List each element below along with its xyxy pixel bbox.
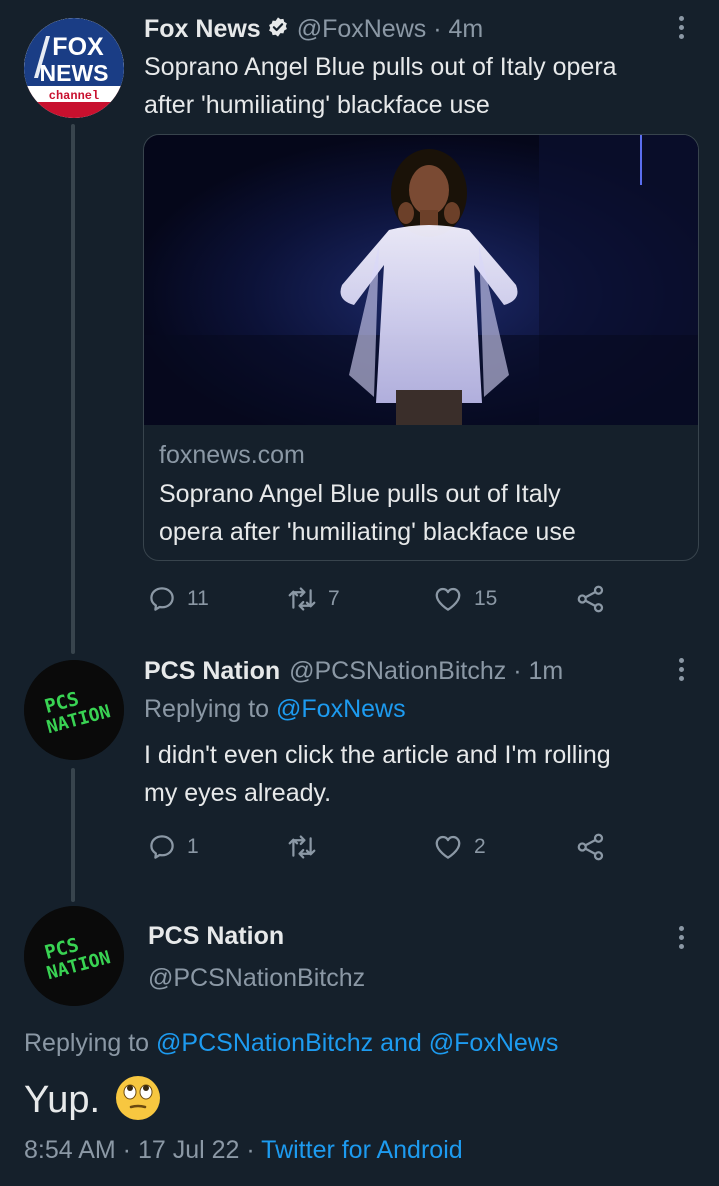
tweet2-handle-time[interactable]: @PCSNationBitchz · 1m <box>289 657 563 686</box>
tweet2-retweet-button[interactable] <box>286 832 328 862</box>
main-tweet-more-options-icon[interactable] <box>678 926 686 953</box>
pcs-nation-logo-icon: PCS NATION <box>24 906 124 1006</box>
tweet2-like-count: 2 <box>474 835 486 858</box>
heart-icon <box>435 835 461 859</box>
tweet1-text-line1: Soprano Angel Blue pulls out of Italy op… <box>144 53 617 81</box>
tweet2-author-name[interactable]: PCS Nation <box>144 657 280 686</box>
main-tweet-text-row: Yup. <box>24 1074 162 1127</box>
main-tweet-replying-line: Replying to @PCSNationBitchz and @FoxNew… <box>24 1029 558 1058</box>
main-tweet-timestamp[interactable]: 8:54 AM · 17 Jul 22 · <box>24 1136 261 1164</box>
card-title-line2: opera after 'humiliating' blackface use <box>159 518 576 546</box>
face-with-rolling-eyes-icon <box>114 1074 162 1127</box>
tweet2-like-button[interactable]: 2 <box>432 832 486 862</box>
tweet1-text-line2: after 'humiliating' blackface use <box>144 91 490 119</box>
reply-icon <box>150 587 174 611</box>
share-icon <box>577 585 604 613</box>
tweet2-header: PCS Nation @PCSNationBitchz · 1m <box>144 654 563 688</box>
main-tweet-replying-prefix: Replying to <box>24 1029 157 1057</box>
card-title-line1: Soprano Angel Blue pulls out of Italy <box>159 480 561 508</box>
tweet1-header: Fox News @FoxNews · 4m <box>144 13 483 45</box>
reply-icon <box>150 835 174 859</box>
tweet1-retweet-button[interactable]: 7 <box>286 584 340 614</box>
tweet2-more-options-icon[interactable] <box>678 658 686 685</box>
retweet-icon <box>288 835 316 859</box>
share-icon <box>577 833 604 861</box>
main-tweet-text: Yup. <box>24 1079 101 1121</box>
tweet1-more-options-icon[interactable] <box>678 16 686 43</box>
main-tweet-meta: 8:54 AM · 17 Jul 22 · Twitter for Androi… <box>24 1136 463 1165</box>
tweet1-author-name[interactable]: Fox News <box>144 15 261 44</box>
thread-line-2 <box>71 768 75 902</box>
tweet2-replying-line: Replying to @FoxNews <box>144 695 406 724</box>
fox-logo-word1: FOX <box>52 33 104 61</box>
tweet2-text-line1: I didn't even click the article and I'm … <box>144 741 611 769</box>
card-title: Soprano Angel Blue pulls out of Italy op… <box>159 475 679 551</box>
verified-badge-icon <box>267 16 289 43</box>
tweet1-like-button[interactable]: 15 <box>432 584 497 614</box>
tweet1-text: Soprano Angel Blue pulls out of Italy op… <box>144 48 704 124</box>
tweet2-reply-button[interactable]: 1 <box>147 832 199 862</box>
main-tweet-source-link[interactable]: Twitter for Android <box>261 1136 462 1164</box>
tweet1-handle-time[interactable]: @FoxNews · 4m <box>297 15 484 44</box>
pcs-nation-avatar[interactable]: PCS NATION <box>24 660 124 760</box>
tweet2-replying-prefix: Replying to <box>144 695 277 723</box>
tweet1-retweet-count: 7 <box>328 587 340 610</box>
card-domain: foxnews.com <box>159 441 305 469</box>
tweet1-like-count: 15 <box>474 587 498 610</box>
link-preview-card[interactable]: foxnews.com Soprano Angel Blue pulls out… <box>143 134 699 561</box>
article-photo[interactable] <box>144 135 698 425</box>
retweet-icon <box>288 587 316 611</box>
tweet2-replying-to-link[interactable]: @FoxNews <box>276 695 406 723</box>
tweet2-reply-count: 1 <box>187 835 199 858</box>
tweet1-share-button[interactable] <box>576 584 606 614</box>
fox-logo-word2: NEWS <box>40 60 109 86</box>
fox-news-avatar[interactable]: FOX NEWS channel <box>24 18 124 118</box>
tweet1-reply-count: 11 <box>187 587 209 610</box>
tweet2-text: I didn't even click the article and I'm … <box>144 736 704 812</box>
tweet2-text-line2: my eyes already. <box>144 779 332 807</box>
thread-line-1 <box>71 124 75 654</box>
pcs-nation-logo-icon: PCS NATION <box>24 660 124 760</box>
fox-news-logo-icon: FOX NEWS channel <box>24 18 124 118</box>
main-tweet-author-name[interactable]: PCS Nation <box>148 922 284 951</box>
heart-icon <box>435 587 461 611</box>
tweet2-share-button[interactable] <box>576 832 606 862</box>
tweet1-reply-button[interactable]: 11 <box>147 584 209 614</box>
fox-logo-word3: channel <box>49 89 99 103</box>
main-tweet-replying-to-link[interactable]: @PCSNationBitchz and @FoxNews <box>156 1029 558 1057</box>
main-tweet-avatar[interactable]: PCS NATION <box>24 906 124 1006</box>
main-tweet-handle[interactable]: @PCSNationBitchz <box>148 964 365 993</box>
